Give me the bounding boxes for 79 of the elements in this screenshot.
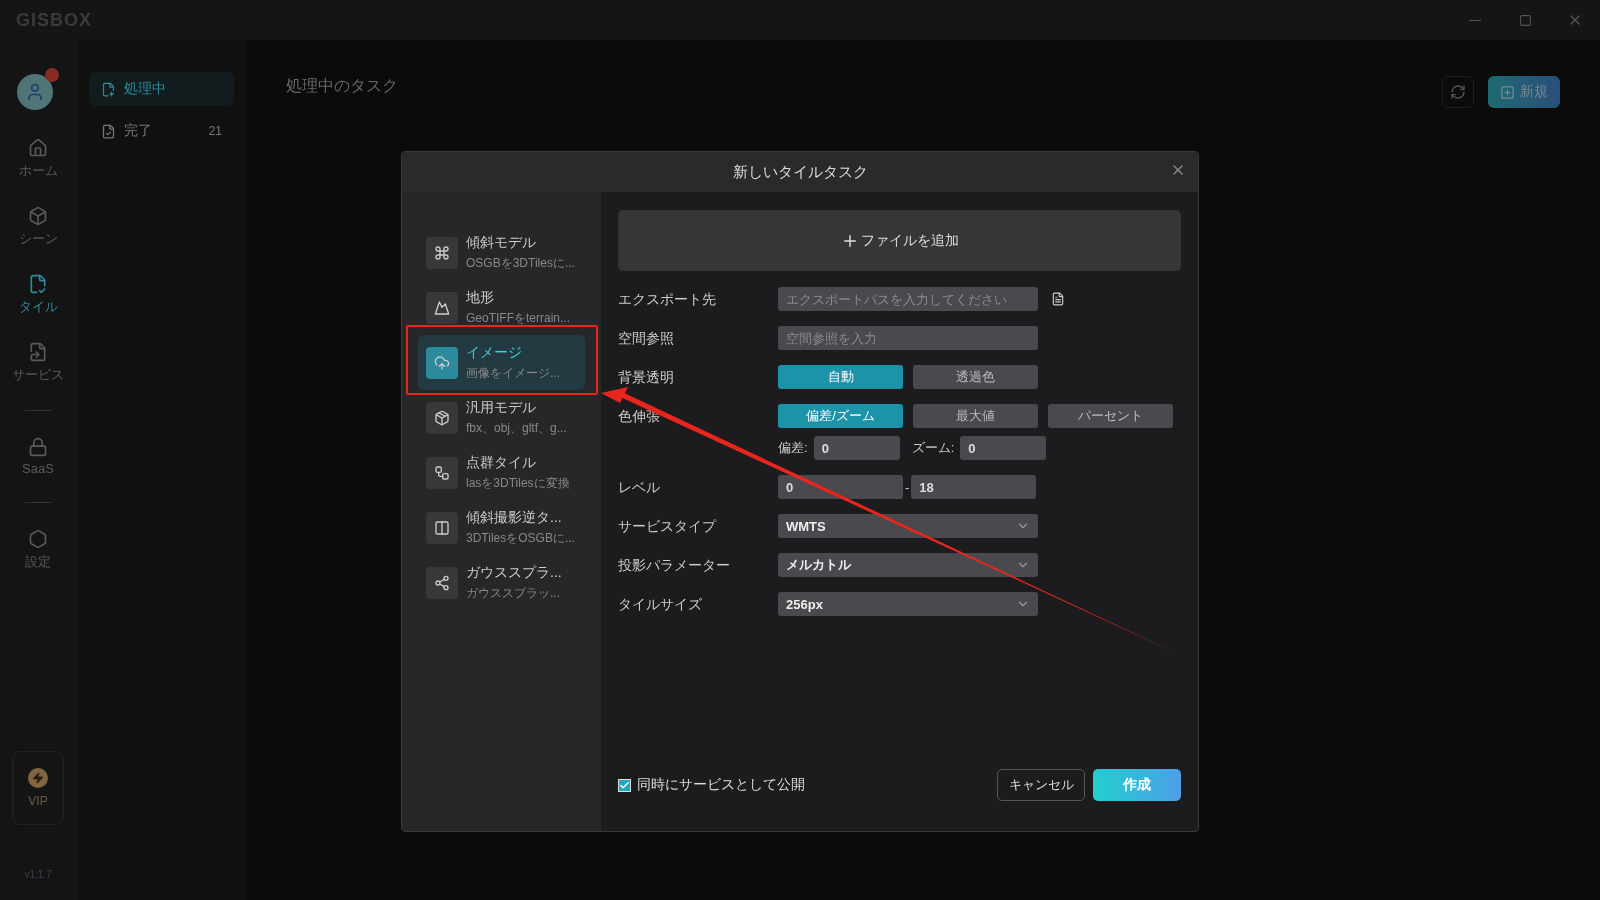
hexagon-icon [28,529,48,549]
field-label: 投影パラメーター [618,556,731,575]
network-icon [426,566,458,599]
type-item[interactable]: 汎用モデル fbx、obj、gltf、g... [418,390,585,445]
field-label: エクスポート先 [618,290,717,309]
type-description: 画像をイメージ... [466,364,560,382]
file-check-icon [101,123,116,139]
command-icon [426,236,458,269]
type-item[interactable]: 傾斜モデル OSGBを3DTilesに... [418,225,585,280]
lightning-icon [28,768,48,788]
option-button[interactable]: 透過色 [913,365,1038,389]
field-label: サービスタイプ [618,517,718,536]
type-description: OSGBを3DTilesに... [466,254,575,272]
input-field[interactable]: 18 [911,475,1037,499]
add-file-button[interactable]: ファイルを追加 [618,210,1181,271]
type-item[interactable]: イメージ 画像をイメージ... [418,335,585,390]
refresh-button[interactable] [1442,76,1474,108]
type-item[interactable]: ガウススプラ... ガウススプラッ... [418,555,585,610]
type-title: 傾斜モデル [466,233,537,252]
nav-item[interactable]: タイル [18,270,58,320]
field-label: レベル [618,478,661,497]
file-upload-icon [101,81,116,97]
type-item[interactable]: 点群タイル lasを3DTilesに変換 [418,445,585,500]
type-description: fbx、obj、gltf、g... [466,419,567,437]
type-title: 汎用モデル [466,398,537,417]
package-icon [426,401,458,434]
page-title: 処理中のタスク [286,76,398,96]
cube-icon [28,206,48,226]
cancel-button[interactable]: キャンセル [997,769,1085,801]
minimize-icon [1469,19,1481,21]
avatar[interactable] [17,74,53,110]
lock-icon [28,437,48,457]
type-title: 地形 [466,288,495,307]
field-label: 空間参照 [618,329,675,348]
person-icon [25,82,45,102]
option-button[interactable]: 最大値 [913,404,1038,428]
type-item[interactable]: 傾斜撮影逆タ... 3DTilesをOSGBに... [418,500,585,555]
version-label: v1.1.7 [24,869,52,880]
field-label: 背景透明 [618,368,675,387]
notification-badge [45,68,59,82]
type-title: 点群タイル [466,453,537,472]
type-title: ガウススプラ... [466,563,562,582]
publish-checkbox[interactable]: 同時にサービスとして公開 [618,776,805,794]
type-title: 傾斜撮影逆タ... [466,508,563,527]
split-panel-icon [426,511,458,544]
type-description: GeoTIFFをterrain... [466,309,571,327]
option-button[interactable]: 自動 [778,365,903,389]
input-field[interactable]: 0 [778,475,903,499]
type-item[interactable]: 地形 GeoTIFFをterrain... [418,280,585,335]
file-arrow-icon [28,342,48,362]
count: 21 [208,124,222,138]
mountain-icon [426,291,458,324]
house-icon [28,138,48,158]
maximize-icon [1518,13,1532,27]
task-tab[interactable]: 完了 21 [89,114,234,148]
file-check-icon [28,274,48,294]
select-field[interactable]: メルカトル [778,553,1038,577]
input-label: 偏差: [778,439,808,457]
plus-square-icon [1500,84,1515,100]
type-description: lasを3DTilesに変換 [466,474,570,492]
type-description: ガウススプラッ... [466,584,561,602]
cloud-upload-icon [426,346,458,379]
select-field[interactable]: 256px [778,592,1038,616]
nodes-icon [426,456,458,489]
type-title: イメージ [466,343,523,362]
input-field[interactable]: 0 [960,436,1047,460]
input-field[interactable]: 0 [813,436,900,460]
option-button[interactable]: 偏差/ズーム [778,404,903,428]
checkbox[interactable] [618,778,631,792]
refresh-icon [1450,84,1466,100]
input-field[interactable]: 空間参照を入力 [778,326,1038,350]
select-field[interactable]: WMTS [778,514,1038,538]
option-button[interactable]: パーセント [1048,404,1173,428]
input-label: ズーム: [911,439,955,457]
type-description: 3DTilesをOSGBに... [466,529,575,547]
range-separator: - [905,479,910,495]
dialog-title: 新しいタイルタスク [732,162,868,182]
field-label: タイルサイズ [618,595,703,614]
task-tab[interactable]: 処理中 [89,72,234,106]
